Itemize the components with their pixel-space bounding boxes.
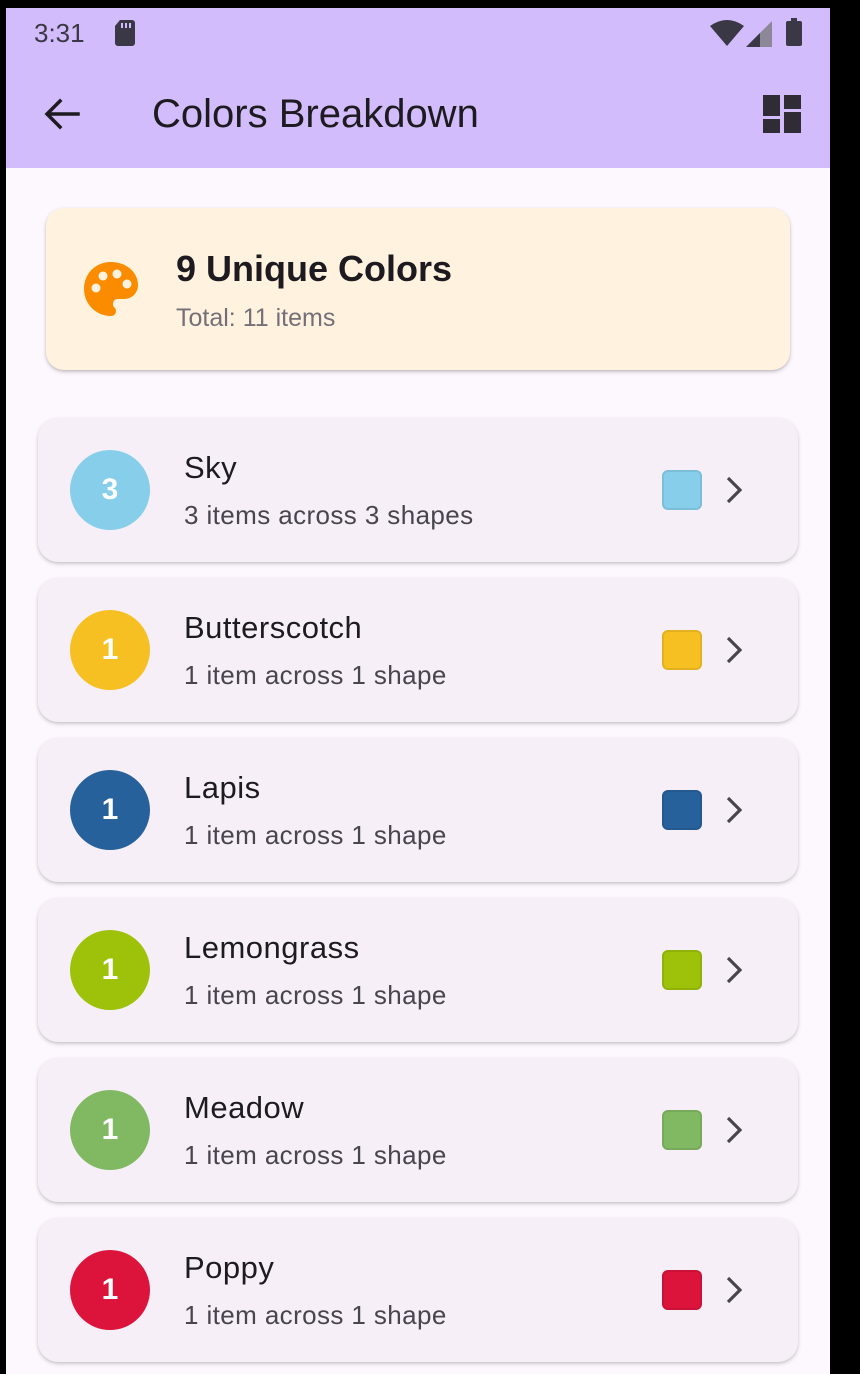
chevron-right-icon: [726, 956, 743, 984]
color-swatch: [662, 630, 702, 670]
color-name: Meadow: [184, 1090, 305, 1125]
color-description: 3 items across 3 shapes: [184, 500, 474, 530]
chevron-right-icon: [726, 1116, 743, 1144]
color-description: 1 item across 1 shape: [184, 1140, 447, 1170]
sd-card-icon: [115, 20, 135, 46]
color-swatch: [662, 470, 702, 510]
count-badge: 1: [70, 770, 150, 850]
arrow-back-icon: [44, 98, 80, 130]
list-item[interactable]: 1 Meadow 1 item across 1 shape: [38, 1058, 798, 1202]
status-bar: 3:31: [6, 8, 830, 60]
cellular-signal-icon: [746, 21, 772, 47]
dashboard-icon: [763, 95, 801, 133]
count-badge: 1: [70, 1250, 150, 1330]
total-items-text: Total: 11 items: [176, 304, 336, 332]
chevron-right-icon: [726, 476, 743, 504]
color-swatch: [662, 790, 702, 830]
status-time: 3:31: [34, 18, 85, 48]
color-name: Poppy: [184, 1250, 275, 1285]
color-swatch: [662, 1110, 702, 1150]
dashboard-view-button[interactable]: [758, 90, 806, 138]
count-badge: 3: [70, 450, 150, 530]
color-description: 1 item across 1 shape: [184, 1300, 447, 1330]
count-badge: 1: [70, 930, 150, 1010]
summary-card: 9 Unique Colors Total: 11 items: [46, 208, 790, 370]
chevron-right-icon: [726, 796, 743, 824]
page-title: Colors Breakdown: [152, 92, 479, 136]
count-badge: 1: [70, 1090, 150, 1170]
list-item[interactable]: 1 Lemongrass 1 item across 1 shape: [38, 898, 798, 1042]
color-name: Lapis: [184, 770, 261, 805]
color-swatch: [662, 950, 702, 990]
color-name: Sky: [184, 450, 238, 485]
phone-screen: 3:31 Colors Breakdown 9 Unique Colors To…: [6, 8, 830, 1374]
chevron-right-icon: [726, 1276, 743, 1304]
chevron-right-icon: [726, 636, 743, 664]
back-button[interactable]: [38, 90, 86, 138]
list-item[interactable]: 1 Lapis 1 item across 1 shape: [38, 738, 798, 882]
color-description: 1 item across 1 shape: [184, 820, 447, 850]
color-description: 1 item across 1 shape: [184, 980, 447, 1010]
color-name: Butterscotch: [184, 610, 363, 645]
wifi-icon: [710, 20, 744, 46]
app-bar: Colors Breakdown: [6, 60, 830, 168]
list-item[interactable]: 1 Butterscotch 1 item across 1 shape: [38, 578, 798, 722]
list-item[interactable]: 3 Sky 3 items across 3 shapes: [38, 418, 798, 562]
count-badge: 1: [70, 610, 150, 690]
color-description: 1 item across 1 shape: [184, 660, 447, 690]
unique-colors-count: 9 Unique Colors: [176, 248, 453, 289]
battery-icon: [786, 18, 802, 46]
palette-icon: [84, 262, 138, 316]
color-name: Lemongrass: [184, 930, 360, 965]
color-swatch: [662, 1270, 702, 1310]
list-item[interactable]: 1 Poppy 1 item across 1 shape: [38, 1218, 798, 1362]
colors-list: 3 Sky 3 items across 3 shapes 1 Buttersc…: [38, 418, 798, 1374]
